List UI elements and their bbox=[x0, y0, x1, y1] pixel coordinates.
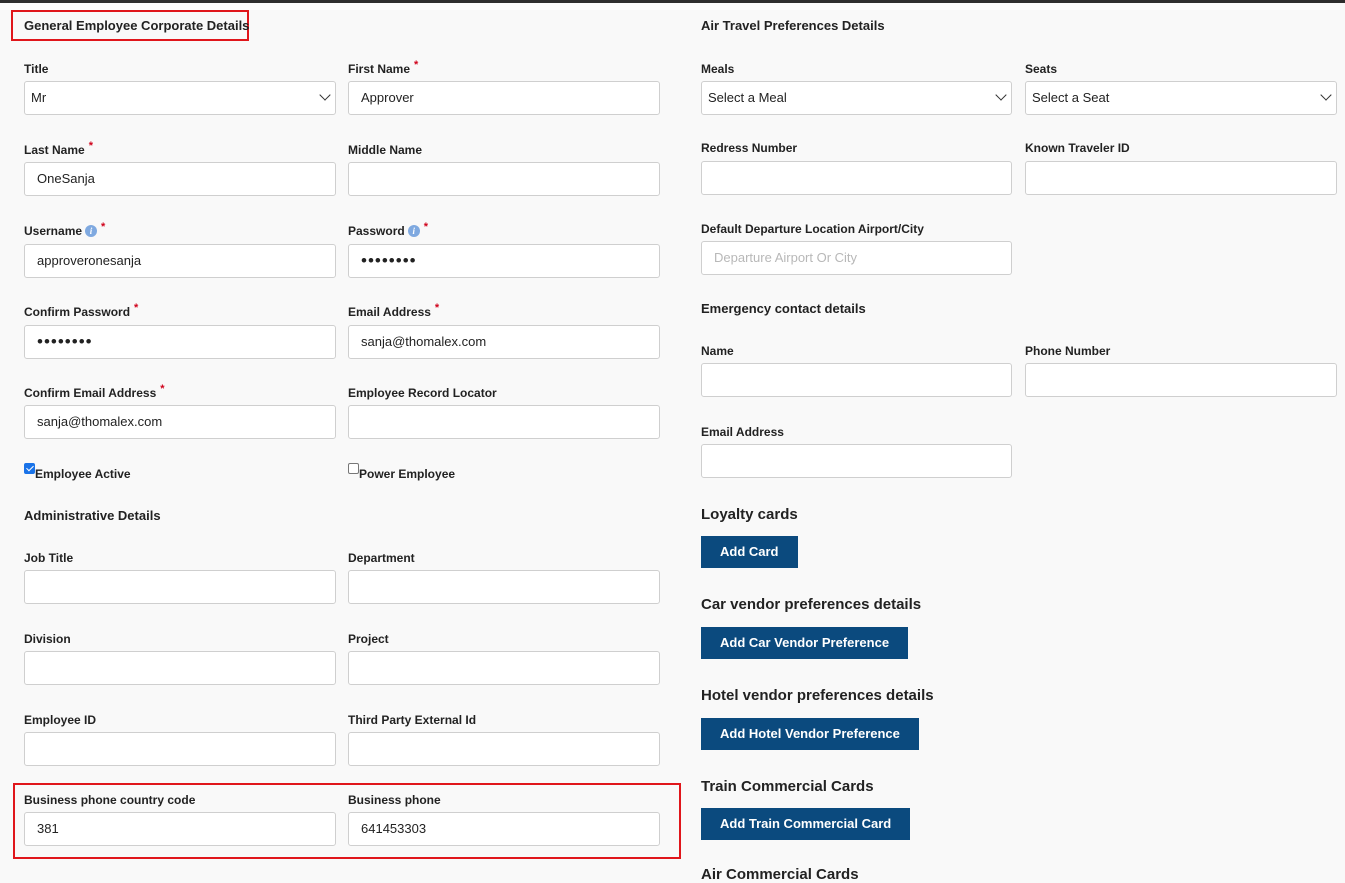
username-input[interactable]: approveronesanja bbox=[24, 244, 336, 278]
chevron-down-icon bbox=[319, 89, 331, 101]
business-phone-cc-label: Business phone country code bbox=[24, 793, 196, 807]
employee-id-input[interactable] bbox=[24, 732, 336, 766]
redress-number-input[interactable] bbox=[701, 161, 1012, 195]
chevron-down-icon bbox=[995, 89, 1007, 101]
email-input[interactable]: sanja@thomalex.com bbox=[348, 325, 660, 359]
info-icon[interactable]: i bbox=[85, 225, 98, 237]
business-phone-cc-input[interactable]: 381 bbox=[24, 812, 336, 846]
third-party-id-input[interactable] bbox=[348, 732, 660, 766]
emergency-name-input[interactable] bbox=[701, 363, 1012, 397]
job-title-input[interactable] bbox=[24, 570, 336, 604]
top-bar bbox=[0, 0, 1345, 3]
project-label: Project bbox=[348, 632, 389, 646]
emergency-name-label: Name bbox=[701, 344, 734, 358]
loyalty-cards-title: Loyalty cards bbox=[701, 506, 798, 523]
redress-number-label: Redress Number bbox=[701, 141, 798, 155]
division-label: Division bbox=[24, 632, 71, 646]
known-traveler-input[interactable] bbox=[1025, 161, 1337, 195]
employee-id-label: Employee ID bbox=[24, 713, 97, 727]
employee-active-label: Employee Active bbox=[35, 467, 131, 481]
emergency-email-label: Email Address bbox=[701, 425, 784, 439]
confirm-password-label: Confirm Password * bbox=[24, 302, 139, 319]
business-phone-input[interactable]: 641453303 bbox=[348, 812, 660, 846]
department-input[interactable] bbox=[348, 570, 660, 604]
middle-name-input[interactable] bbox=[348, 162, 660, 196]
confirm-email-input[interactable]: sanja@thomalex.com bbox=[24, 405, 336, 439]
first-name-input[interactable]: Approver bbox=[348, 81, 660, 115]
password-input[interactable]: •••••••• bbox=[348, 244, 660, 278]
employee-record-locator-label: Employee Record Locator bbox=[348, 386, 497, 400]
last-name-input[interactable]: OneSanja bbox=[24, 162, 336, 196]
first-name-label: First Name * bbox=[348, 59, 419, 76]
chevron-down-icon bbox=[1320, 89, 1332, 101]
middle-name-label: Middle Name bbox=[348, 143, 423, 157]
emergency-email-input[interactable] bbox=[701, 444, 1012, 478]
confirm-password-input[interactable]: •••••••• bbox=[24, 325, 336, 359]
known-traveler-label: Known Traveler ID bbox=[1025, 141, 1130, 155]
email-label: Email Address * bbox=[348, 302, 440, 319]
project-input[interactable] bbox=[348, 651, 660, 685]
hotel-vendor-title: Hotel vendor preferences details bbox=[701, 687, 934, 704]
emergency-phone-input[interactable] bbox=[1025, 363, 1337, 397]
power-employee-label: Power Employee bbox=[359, 467, 456, 481]
add-train-card-button[interactable]: Add Train Commercial Card bbox=[701, 808, 911, 840]
train-cards-title: Train Commercial Cards bbox=[701, 778, 874, 795]
meals-label: Meals bbox=[701, 62, 735, 76]
administrative-details-title: Administrative Details bbox=[24, 508, 161, 523]
seats-label: Seats bbox=[1025, 62, 1058, 76]
division-input[interactable] bbox=[24, 651, 336, 685]
add-card-button[interactable]: Add Card bbox=[701, 536, 798, 568]
job-title-label: Job Title bbox=[24, 551, 74, 565]
title-select[interactable]: Mr bbox=[24, 81, 336, 115]
departure-input[interactable]: Departure Airport Or City bbox=[701, 241, 1012, 275]
username-label: Username i * bbox=[24, 221, 106, 238]
car-vendor-title: Car vendor preferences details bbox=[701, 596, 922, 613]
air-travel-title: Air Travel Preferences Details bbox=[701, 18, 885, 33]
seats-select[interactable]: Select a Seat bbox=[1025, 81, 1337, 115]
last-name-label: Last Name * bbox=[24, 140, 93, 157]
business-phone-label: Business phone bbox=[348, 793, 441, 807]
departure-label: Default Departure Location Airport/City bbox=[701, 222, 924, 236]
title-label: Title bbox=[24, 62, 49, 76]
meals-select[interactable]: Select a Meal bbox=[701, 81, 1012, 115]
air-commercial-cards-title: Air Commercial Cards bbox=[701, 866, 859, 883]
info-icon[interactable]: i bbox=[407, 225, 420, 237]
third-party-id-label: Third Party External Id bbox=[348, 713, 477, 727]
employee-active-checkbox[interactable] bbox=[24, 463, 35, 474]
confirm-email-label: Confirm Email Address * bbox=[24, 383, 165, 400]
employee-record-locator-input[interactable] bbox=[348, 405, 660, 439]
department-label: Department bbox=[348, 551, 415, 565]
power-employee-checkbox[interactable] bbox=[348, 463, 359, 474]
add-car-vendor-button[interactable]: Add Car Vendor Preference bbox=[701, 627, 909, 659]
password-label: Password i * bbox=[348, 221, 428, 238]
add-hotel-vendor-button[interactable]: Add Hotel Vendor Preference bbox=[701, 718, 919, 750]
general-details-title: General Employee Corporate Details bbox=[24, 18, 250, 33]
emergency-phone-label: Phone Number bbox=[1025, 344, 1111, 358]
emergency-contact-title: Emergency contact details bbox=[701, 301, 866, 316]
